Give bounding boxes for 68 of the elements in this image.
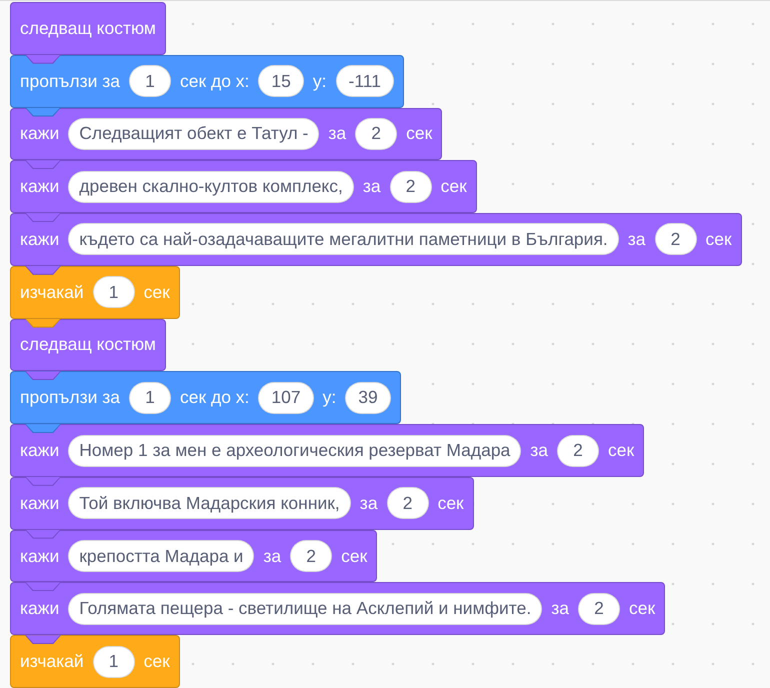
block-label: изчакай [20, 282, 84, 303]
number-input[interactable]: 39 [345, 382, 391, 414]
code-block[interactable]: кажи Той включва Мадарския конник, за 2 сек [10, 476, 474, 530]
block-label: следващ костюм [20, 334, 156, 356]
text-input[interactable]: Номер 1 за мен е археологическия резерват Мадара [68, 434, 522, 466]
text-input[interactable]: Той включва Мадарския конник, [68, 487, 351, 520]
block-label: сек [438, 492, 464, 514]
text-input[interactable]: където са най-озадачаващите мегалитни паметници в България. [68, 223, 619, 256]
block-label: кажи [20, 123, 60, 144]
block-label: за [628, 228, 646, 250]
block-label: сек [406, 123, 432, 144]
block-label: за [530, 440, 548, 461]
block-label: кажи [20, 598, 60, 620]
code-block[interactable]: изчакай 1 сек [10, 635, 180, 688]
block-label: сек до x: [180, 387, 250, 408]
number-input[interactable]: 2 [355, 118, 398, 150]
block-label: сек [706, 228, 732, 250]
number-input[interactable]: 2 [578, 592, 620, 625]
block-label: y: [322, 387, 336, 408]
block-label: сек [608, 440, 634, 461]
block-label: изчакай [20, 651, 84, 672]
block-label: кажи [20, 440, 60, 461]
block-label: y: [312, 70, 326, 92]
number-input[interactable]: 2 [390, 170, 432, 203]
number-input[interactable]: 1 [92, 276, 135, 308]
block-label: сек [440, 176, 467, 198]
number-input[interactable]: 1 [128, 382, 171, 414]
block-label: сек [341, 546, 368, 567]
code-block[interactable]: кажи Следващият обект е Татул - за 2 сек [10, 108, 442, 160]
code-block[interactable]: кажи Голямата пещера - светилище на Асклепий и нимфите. за 2 сек [10, 582, 666, 636]
block-label: за [360, 492, 378, 514]
text-input[interactable]: крепостта Мадара и [68, 540, 254, 572]
number-input[interactable]: 2 [386, 487, 429, 520]
block-label: за [551, 598, 569, 620]
block-label: кажи [20, 176, 60, 198]
block-label: за [328, 123, 346, 144]
code-block[interactable]: изчакай 1 сек [10, 266, 180, 319]
block-label: за [362, 176, 381, 198]
block-label: кажи [20, 546, 60, 567]
text-input[interactable]: Голямата пещера - светилище на Асклепий и нимфите. [68, 592, 542, 625]
code-block[interactable]: кажи древен скално-култов комплекс, за 2 сек [10, 160, 477, 214]
code-block[interactable]: следващ костюм [10, 2, 166, 55]
number-input[interactable]: -111 [336, 65, 394, 98]
number-input[interactable]: 15 [258, 65, 304, 98]
number-input[interactable]: 1 [92, 646, 135, 678]
code-block[interactable]: следващ костюм [10, 318, 166, 372]
block-label: кажи [20, 228, 60, 250]
block-label: сек [144, 282, 170, 303]
number-input[interactable]: 1 [128, 65, 171, 98]
block-label: сек [628, 598, 656, 620]
block-label: кажи [20, 492, 60, 514]
number-input[interactable]: 107 [258, 382, 314, 414]
number-input[interactable]: 2 [654, 223, 697, 256]
text-input[interactable]: Следващият обект е Татул - [68, 118, 320, 150]
code-block[interactable]: кажи Номер 1 за мен е археологическия резерват Мадара за 2 сек [10, 424, 644, 477]
code-block[interactable]: кажи където са най-озадачаващите мегалитни паметници в България. за 2 сек [10, 213, 742, 266]
block-label: пропълзи за [20, 70, 120, 92]
code-block[interactable]: пропълзи за 1 сек до x: 15 y: -111 [10, 54, 404, 108]
text-input[interactable]: древен скално-култов комплекс, [68, 170, 354, 203]
code-block[interactable]: пропълзи за 1 сек до x: 107 y: 39 [10, 371, 401, 424]
number-input[interactable]: 2 [290, 540, 332, 572]
block-label: за [263, 546, 282, 567]
code-block[interactable]: кажи крепостта Мадара и за 2 сек [10, 530, 378, 582]
block-label: сек до x: [180, 70, 250, 92]
block-label: сек [144, 651, 170, 672]
number-input[interactable]: 2 [557, 434, 600, 466]
block-label: следващ костюм [20, 18, 156, 39]
block-label: пропълзи за [20, 387, 120, 408]
